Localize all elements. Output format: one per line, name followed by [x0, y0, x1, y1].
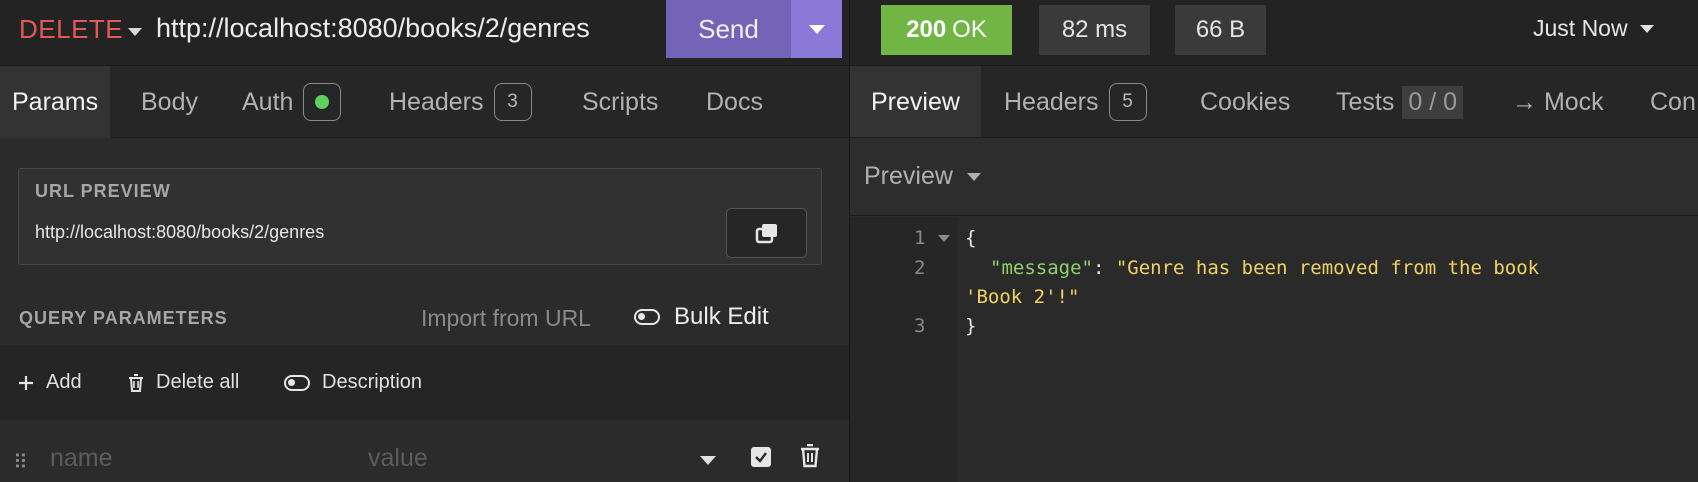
tab-tests[interactable]: Tests 0 / 0 — [1336, 66, 1464, 137]
code-line: } — [965, 315, 977, 337]
response-size-badge: 66 B — [1175, 5, 1266, 55]
tab-mock[interactable]: → Mock — [1512, 66, 1604, 137]
delete-all-button[interactable]: Delete all — [128, 345, 239, 420]
trash-icon — [128, 373, 144, 392]
chevron-down-icon[interactable] — [700, 456, 716, 465]
tab-auth-label: Auth — [242, 87, 294, 116]
json-key: "message" — [990, 257, 1093, 279]
response-time-badge: 82 ms — [1039, 5, 1150, 55]
send-options-button[interactable] — [791, 0, 842, 58]
url-preview-panel: URL PREVIEW http://localhost:8080/books/… — [18, 168, 822, 265]
tab-docs[interactable]: Docs — [706, 66, 763, 138]
bulk-edit-toggle[interactable]: Bulk Edit — [634, 303, 769, 331]
json-colon: : — [1092, 257, 1116, 279]
tab-cookies[interactable]: Cookies — [1200, 66, 1290, 137]
import-from-url-link[interactable]: Import from URL — [421, 305, 591, 332]
line-number-gutter: 1 2 3 — [850, 217, 957, 482]
url-preview-label: URL PREVIEW — [35, 181, 171, 201]
description-label: Description — [322, 371, 423, 393]
plus-icon — [18, 375, 34, 391]
status-dot-icon — [315, 95, 330, 109]
auth-status-badge — [303, 83, 342, 121]
tests-count-badge: 0 / 0 — [1402, 85, 1464, 119]
preview-mode-dropdown[interactable]: Preview — [864, 162, 981, 191]
tab-preview[interactable]: Preview — [850, 66, 981, 137]
param-value-input[interactable] — [368, 440, 688, 476]
tab-response-headers[interactable]: Headers 5 — [1004, 66, 1147, 137]
response-history-dropdown[interactable]: Just Now — [1533, 15, 1654, 42]
tab-auth[interactable]: Auth — [242, 66, 342, 138]
tab-response-headers-label: Headers — [1004, 87, 1099, 116]
toggle-icon — [634, 309, 660, 325]
description-toggle[interactable]: Description — [284, 345, 422, 420]
code-line-wrap: 'Book 2'!" — [965, 286, 1080, 308]
tab-headers[interactable]: Headers 3 — [389, 66, 532, 138]
query-parameters-heading: QUERY PARAMETERS — [19, 308, 228, 328]
url-bar: DELETE http://localhost:8080/books/2/gen… — [0, 0, 849, 66]
method-selector[interactable]: DELETE — [19, 14, 123, 45]
drag-handle-icon[interactable]: ⠿ — [13, 450, 28, 475]
trash-icon — [801, 443, 819, 468]
params-actions-bar: Add Delete all Description — [0, 345, 849, 420]
chevron-down-icon — [808, 24, 825, 34]
code-line: "message": "Genre has been removed from … — [990, 257, 1539, 279]
headers-count-badge: 3 — [493, 83, 532, 121]
tab-headers-label: Headers — [389, 87, 484, 116]
bulk-edit-label: Bulk Edit — [674, 303, 769, 330]
status-text: OK — [952, 16, 987, 43]
fold-arrow-icon[interactable] — [938, 235, 950, 242]
timestamp-label: Just Now — [1533, 15, 1628, 41]
send-button[interactable]: Send — [666, 0, 791, 58]
response-status-bar: 200 OK 82 ms 66 B Just Now — [850, 0, 1698, 66]
response-tabs: Preview Headers 5 Cookies Tests 0 / 0 → … — [850, 66, 1698, 138]
json-string-value: "Genre has been removed from the book — [1115, 257, 1540, 279]
url-input[interactable]: http://localhost:8080/books/2/genres — [156, 13, 590, 44]
tab-body[interactable]: Body — [141, 66, 198, 138]
tab-params[interactable]: Params — [0, 66, 111, 138]
delete-param-button[interactable] — [800, 443, 820, 473]
tab-tests-label: Tests — [1336, 87, 1395, 116]
line-number: 1 — [914, 227, 926, 249]
request-pane: DELETE http://localhost:8080/books/2/gen… — [0, 0, 849, 482]
param-enabled-checkbox[interactable] — [751, 447, 771, 467]
response-headers-count-badge: 5 — [1108, 83, 1147, 121]
url-preview-value: http://localhost:8080/books/2/genres — [35, 222, 325, 242]
app-window: DELETE http://localhost:8080/books/2/gen… — [0, 0, 1698, 482]
copy-url-button[interactable] — [726, 208, 807, 258]
status-code: 200 — [906, 16, 947, 43]
copy-icon — [755, 224, 777, 244]
line-number: 3 — [914, 315, 926, 337]
request-tabs: Params Body Auth Headers 3 Scripts Docs — [0, 66, 849, 138]
delete-all-label: Delete all — [156, 371, 240, 393]
chevron-down-icon — [966, 172, 981, 181]
line-number: 2 — [914, 257, 926, 279]
param-row: ⠿ — [0, 436, 849, 482]
toggle-icon — [284, 374, 310, 391]
response-pane: 200 OK 82 ms 66 B Just Now Preview Heade… — [850, 0, 1698, 482]
checkmark-icon — [755, 452, 767, 463]
tab-console[interactable]: Con — [1650, 66, 1696, 137]
preview-toolbar: Preview — [850, 138, 1698, 216]
preview-mode-label: Preview — [864, 162, 953, 190]
status-badge: 200 OK — [881, 5, 1012, 55]
param-name-input[interactable] — [50, 440, 310, 476]
method-dropdown-icon[interactable] — [128, 28, 142, 36]
add-label: Add — [46, 371, 82, 393]
chevron-down-icon — [1639, 24, 1654, 33]
code-line: { — [965, 227, 977, 249]
response-body-viewer[interactable]: 1 2 3 { "message": "Genre has been remov… — [850, 217, 1698, 482]
add-param-button[interactable]: Add — [18, 345, 82, 420]
tab-scripts[interactable]: Scripts — [582, 66, 658, 138]
